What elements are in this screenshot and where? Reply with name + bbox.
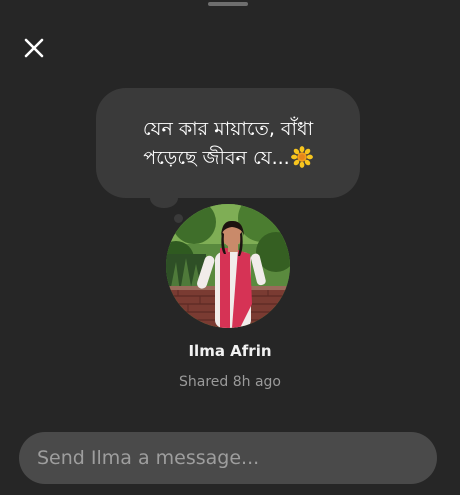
avatar[interactable] — [166, 204, 290, 328]
bubble-tail-dot — [174, 214, 183, 223]
close-icon — [24, 38, 44, 58]
drag-handle[interactable] — [208, 2, 248, 6]
user-name: Ilma Afrin — [188, 342, 272, 360]
note-text: যেন কার মায়াতে, বাঁধা পড়েছে জীবন যে... — [142, 118, 314, 169]
shared-time: Shared 8h ago — [179, 374, 281, 390]
note-bubble: যেন কার মায়াতে, বাঁধা পড়েছে জীবন যে... — [96, 88, 360, 198]
message-bar — [19, 432, 437, 484]
message-input[interactable] — [35, 446, 437, 470]
profile-photo — [166, 204, 290, 328]
sunflower-icon — [290, 146, 313, 168]
bubble-tail — [150, 188, 178, 208]
close-button[interactable] — [22, 36, 46, 60]
story-reply-sheet: যেন কার মায়াতে, বাঁধা পড়েছে জীবন যে... — [0, 0, 460, 495]
